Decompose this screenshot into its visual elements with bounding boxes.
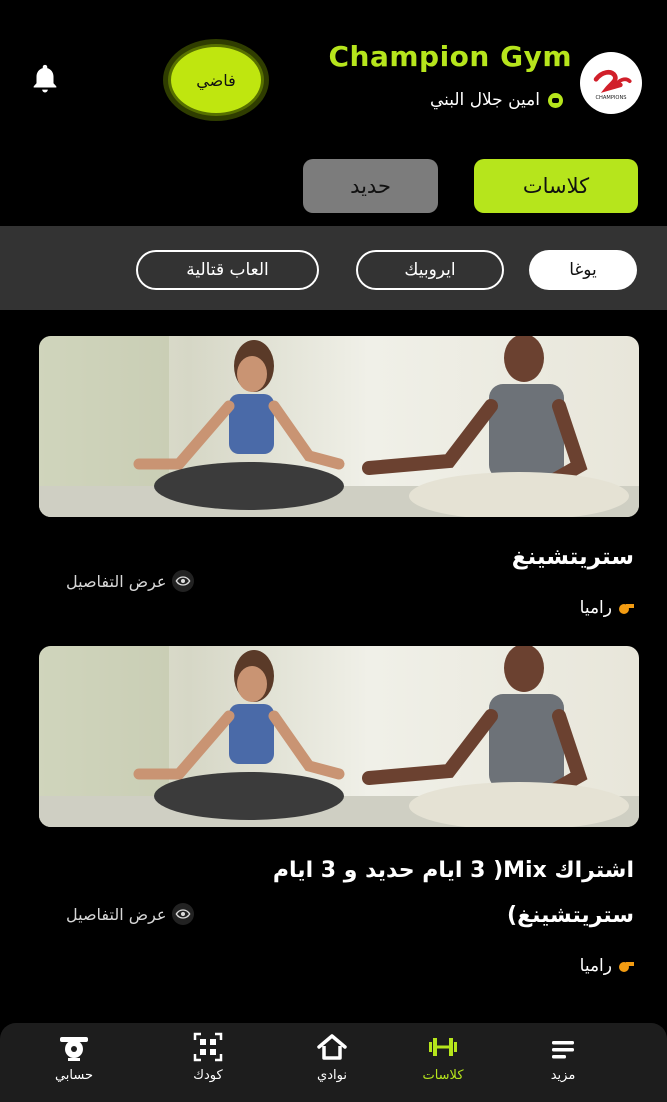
tab-iron[interactable]: حديد	[303, 159, 438, 213]
nav-more[interactable]: مزيد	[518, 1030, 608, 1083]
whistle-icon	[619, 962, 634, 972]
user-name: امين جلال البني	[429, 90, 540, 110]
filter-chip-label: ايروبيك	[404, 260, 456, 280]
tab-iron-label: حديد	[350, 174, 391, 198]
qr-code-icon	[193, 1032, 223, 1062]
class-title: اشتراك Mix( 3 ايام حديد و 3 ايام ستريتشي…	[272, 858, 634, 928]
nav-label: مزيد	[550, 1068, 576, 1083]
view-details-label: عرض التفاصيل	[66, 904, 167, 924]
filter-chip-martial-arts[interactable]: العاب قتالية	[136, 250, 319, 290]
champions-logo-icon: CHAMPIONS	[593, 69, 632, 101]
nav-clubs[interactable]: نوادي	[287, 1030, 377, 1083]
yoga-photo-illustration	[39, 646, 639, 827]
nav-label: كودك	[193, 1068, 223, 1083]
dumbbell-icon	[429, 1038, 457, 1056]
user-row: امين جلال البني	[430, 90, 563, 110]
gym-logo: CHAMPIONS	[580, 52, 642, 114]
user-icon	[548, 92, 563, 108]
nav-label: حسابي	[54, 1068, 94, 1083]
bell-icon[interactable]	[28, 62, 62, 96]
tab-classes[interactable]: كلاسات	[474, 159, 638, 213]
filter-chip-yoga[interactable]: يوغا	[529, 250, 637, 290]
class-image[interactable]	[39, 646, 639, 827]
eye-icon	[172, 903, 195, 925]
class-title: ستريتشينغ	[511, 544, 634, 570]
nav-label: نوادي	[317, 1068, 347, 1083]
barbell-plate-icon	[60, 1037, 88, 1061]
home-icon	[317, 1034, 347, 1060]
filter-chip-label: العاب قتالية	[186, 260, 269, 280]
view-details-label: عرض التفاصيل	[66, 571, 167, 591]
status-badge: فاضي	[168, 44, 264, 116]
status-badge-label: فاضي	[196, 70, 236, 90]
trainer-row: راميا	[580, 598, 634, 618]
whistle-icon	[619, 604, 634, 614]
yoga-photo-illustration	[39, 336, 639, 517]
trainer-row: راميا	[580, 956, 634, 976]
tab-classes-label: كلاسات	[522, 174, 590, 198]
trainer-name: راميا	[579, 956, 612, 976]
nav-label: كلاسات	[422, 1068, 464, 1083]
gym-name: Champion Gym	[328, 40, 572, 73]
view-details-link[interactable]: عرض التفاصيل	[66, 903, 195, 925]
filter-chip-label: يوغا	[569, 260, 597, 280]
class-image[interactable]	[39, 336, 639, 517]
nav-account[interactable]: حسابي	[29, 1030, 119, 1083]
menu-icon	[552, 1041, 574, 1059]
trainer-name: راميا	[579, 598, 612, 618]
filter-chip-aerobic[interactable]: ايروبيك	[356, 250, 504, 290]
nav-classes[interactable]: كلاسات	[398, 1030, 488, 1083]
eye-icon	[172, 570, 195, 592]
svg-text:CHAMPIONS: CHAMPIONS	[595, 95, 626, 101]
view-details-link[interactable]: عرض التفاصيل	[66, 570, 195, 592]
nav-code[interactable]: كودك	[163, 1030, 253, 1083]
